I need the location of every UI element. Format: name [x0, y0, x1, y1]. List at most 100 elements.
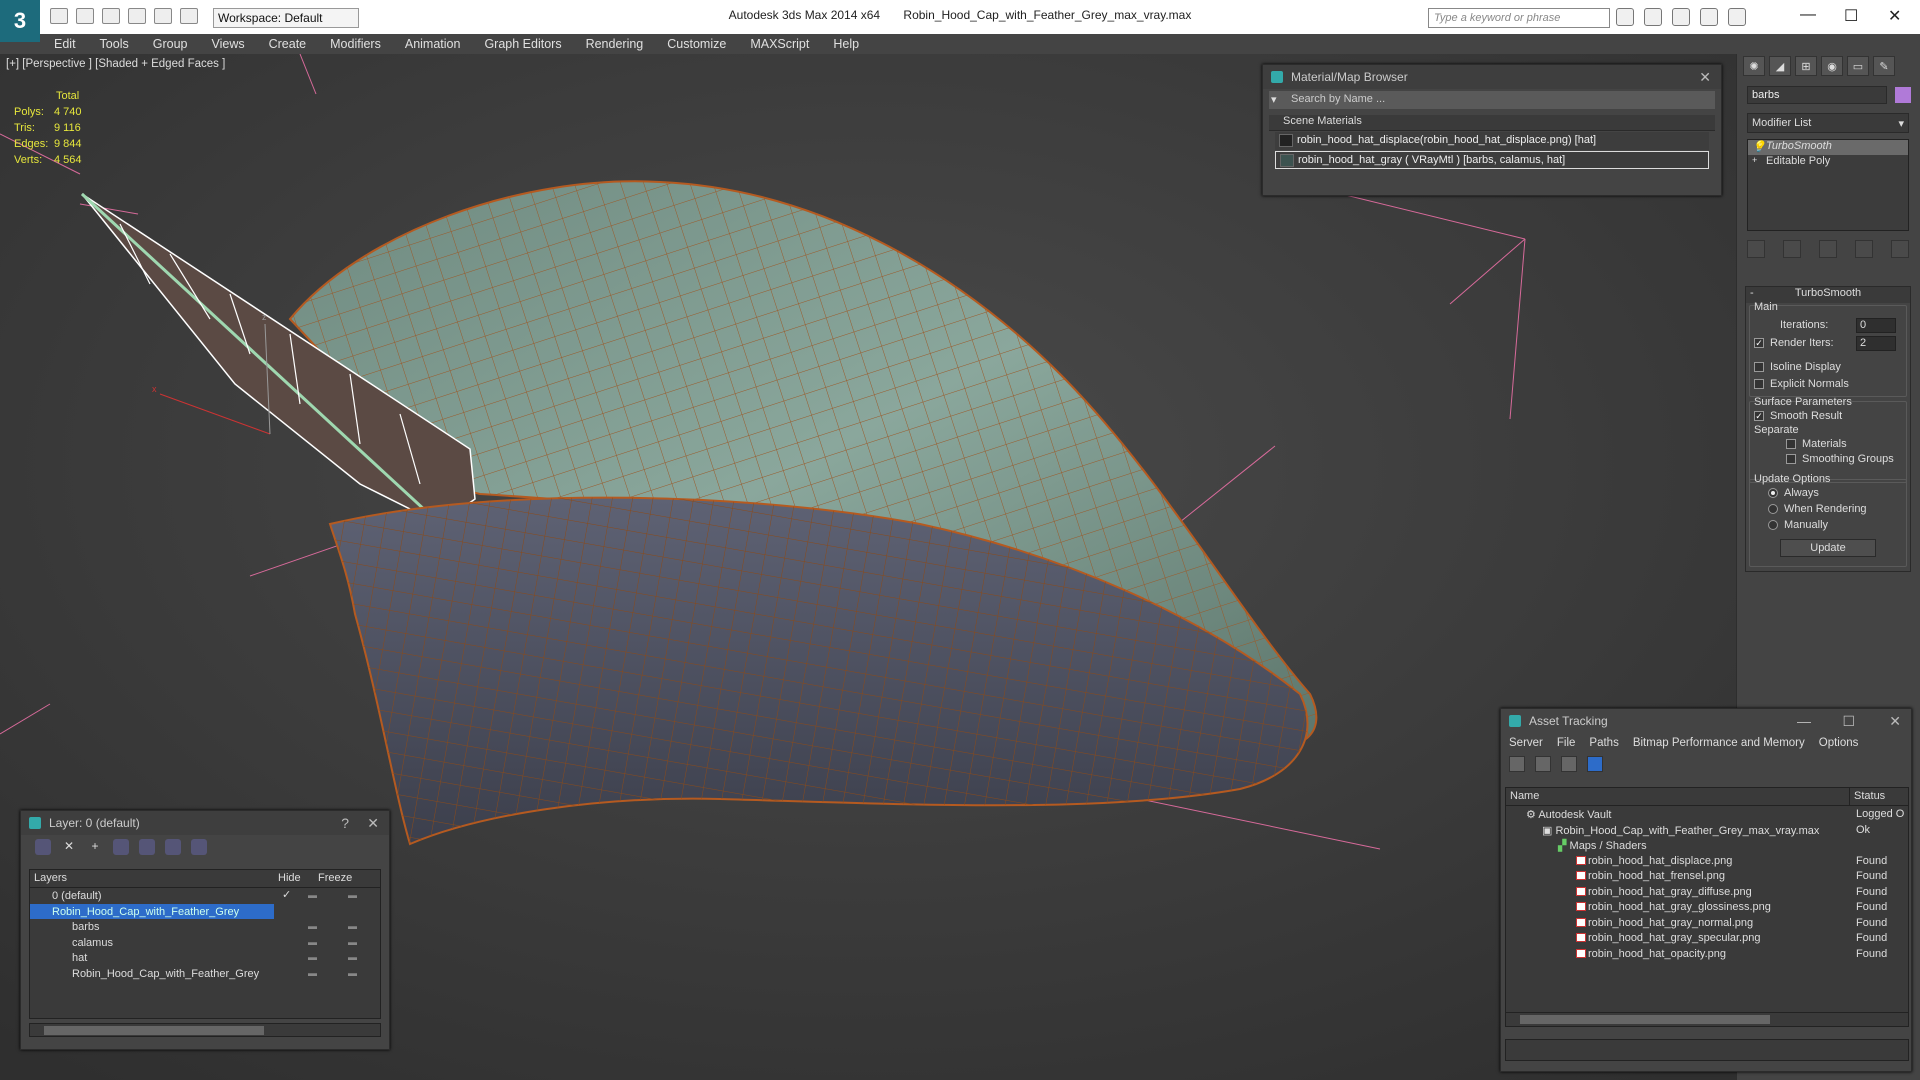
col-name[interactable]: Name: [1506, 788, 1850, 805]
menu-rendering[interactable]: Rendering: [586, 37, 644, 51]
asset-row[interactable]: ⚙ Autodesk Vault Logged O: [1506, 806, 1908, 822]
layer-row[interactable]: calamus ▬ ▬: [30, 935, 380, 951]
star-icon[interactable]: [1700, 8, 1718, 26]
freeze-toggle[interactable]: ▬: [348, 921, 357, 931]
asset-horizontal-scrollbar[interactable]: [1506, 1012, 1908, 1026]
layer-row[interactable]: 0 (default) ✓ ▬ ▬: [30, 888, 380, 904]
viewport-label[interactable]: [+] [Perspective ] [Shaded + Edged Faces…: [6, 58, 225, 70]
col-status[interactable]: Status: [1850, 788, 1889, 805]
update-manually-radio[interactable]: [1768, 520, 1778, 530]
isoline-display-checkbox[interactable]: [1754, 362, 1764, 372]
render-iters-checkbox[interactable]: ✓: [1754, 338, 1764, 348]
menu-edit[interactable]: Edit: [54, 37, 76, 51]
table-view-icon[interactable]: [1587, 756, 1603, 772]
menu-help[interactable]: Help: [833, 37, 859, 51]
asset-menu-paths[interactable]: Paths: [1589, 737, 1618, 749]
material-browser-titlebar[interactable]: Material/Map Browser ✕: [1263, 65, 1721, 89]
object-color-swatch[interactable]: [1895, 87, 1911, 103]
layer-panel-titlebar[interactable]: Layer: 0 (default) ? ✕: [21, 811, 389, 835]
layer-horizontal-scrollbar[interactable]: [29, 1023, 381, 1037]
scrollbar-thumb[interactable]: [44, 1026, 264, 1035]
menu-views[interactable]: Views: [211, 37, 244, 51]
minimize-icon[interactable]: —: [1797, 709, 1811, 733]
asset-row[interactable]: robin_hood_hat_gray_diffuse.png Found: [1506, 884, 1908, 900]
show-end-result-icon[interactable]: [1783, 240, 1801, 258]
separate-smoothing-groups-checkbox[interactable]: [1786, 454, 1796, 464]
stack-item-editable-poly[interactable]: + Editable Poly: [1748, 155, 1908, 170]
dropdown-arrow-icon[interactable]: ▾: [1271, 93, 1277, 106]
update-when-rendering-radio[interactable]: [1768, 504, 1778, 514]
hide-toggle[interactable]: ▬: [308, 952, 317, 962]
communication-icon[interactable]: [1672, 8, 1690, 26]
iterations-spinner[interactable]: 0: [1856, 318, 1896, 333]
hierarchy-tab-icon[interactable]: ⊞: [1795, 56, 1817, 76]
asset-row[interactable]: ▞ Maps / Shaders: [1506, 837, 1908, 853]
close-icon[interactable]: ✕: [1699, 65, 1711, 89]
hide-toggle[interactable]: ▬: [308, 937, 317, 947]
layer-row[interactable]: hat ▬ ▬: [30, 950, 380, 966]
smooth-result-checkbox[interactable]: ✓: [1754, 411, 1764, 421]
scrollbar-thumb[interactable]: [1520, 1015, 1770, 1024]
freeze-toggle[interactable]: ▬: [348, 952, 357, 962]
check-icon[interactable]: ✓: [282, 888, 291, 901]
object-name-field[interactable]: barbs: [1747, 86, 1887, 104]
menu-animation[interactable]: Animation: [405, 37, 461, 51]
maximize-button[interactable]: ☐: [1844, 6, 1858, 26]
help-icon[interactable]: [1728, 8, 1746, 26]
menu-customize[interactable]: Customize: [667, 37, 726, 51]
hide-toggle[interactable]: ▬: [308, 890, 317, 900]
layer-row[interactable]: Robin_Hood_Cap_with_Feather_Grey: [30, 903, 274, 919]
menu-graph-editors[interactable]: Graph Editors: [484, 37, 561, 51]
update-always-radio[interactable]: [1768, 488, 1778, 498]
freeze-toggle[interactable]: ▬: [348, 968, 357, 978]
layer-row[interactable]: barbs ▬ ▬: [30, 919, 380, 935]
utilities-tab-icon[interactable]: ✎: [1873, 56, 1895, 76]
menu-modifiers[interactable]: Modifiers: [330, 37, 381, 51]
modify-tab-icon[interactable]: ◢: [1769, 56, 1791, 76]
help-button[interactable]: ?: [341, 811, 349, 835]
asset-row[interactable]: ▣ Robin_Hood_Cap_with_Feather_Grey_max_v…: [1506, 822, 1908, 838]
freeze-all-icon[interactable]: [191, 839, 207, 855]
asset-menu-options[interactable]: Options: [1819, 737, 1859, 749]
list-view-icon[interactable]: [1535, 756, 1551, 772]
minimize-button[interactable]: —: [1800, 6, 1816, 24]
col-layers[interactable]: Layers: [30, 870, 274, 887]
explicit-normals-checkbox[interactable]: [1754, 379, 1764, 389]
update-button[interactable]: Update: [1780, 539, 1876, 557]
menu-create[interactable]: Create: [269, 37, 307, 51]
maximize-icon[interactable]: ☐: [1842, 709, 1855, 733]
modifier-list-dropdown[interactable]: Modifier List ▾: [1747, 113, 1909, 133]
asset-row[interactable]: robin_hood_hat_gray_normal.png Found: [1506, 915, 1908, 931]
make-unique-icon[interactable]: [1819, 240, 1837, 258]
separate-materials-checkbox[interactable]: [1786, 439, 1796, 449]
expand-icon[interactable]: +: [1752, 155, 1757, 165]
close-button[interactable]: ✕: [1888, 6, 1901, 26]
render-iters-spinner[interactable]: 2: [1856, 336, 1896, 351]
key-icon[interactable]: [1644, 8, 1662, 26]
layer-row[interactable]: Robin_Hood_Cap_with_Feather_Grey ▬ ▬: [30, 966, 380, 982]
asset-path-field[interactable]: [1505, 1039, 1909, 1061]
display-tab-icon[interactable]: ▭: [1847, 56, 1869, 76]
material-item[interactable]: robin_hood_hat_gray ( VRayMtl ) [barbs, …: [1275, 151, 1709, 169]
asset-row[interactable]: robin_hood_hat_gray_glossiness.png Found: [1506, 899, 1908, 915]
asset-menu-server[interactable]: Server: [1509, 737, 1543, 749]
highlight-layer-icon[interactable]: [139, 839, 155, 855]
hide-toggle[interactable]: ▬: [308, 921, 317, 931]
delete-layer-icon[interactable]: ✕: [61, 839, 77, 855]
configure-sets-icon[interactable]: [1891, 240, 1909, 258]
create-tab-icon[interactable]: ✺: [1743, 56, 1765, 76]
material-item[interactable]: robin_hood_hat_displace(robin_hood_hat_d…: [1275, 132, 1709, 150]
lightbulb-icon[interactable]: 💡: [1752, 140, 1766, 153]
asset-row[interactable]: robin_hood_hat_gray_specular.png Found: [1506, 930, 1908, 946]
asset-row[interactable]: robin_hood_hat_frensel.png Found: [1506, 868, 1908, 884]
pin-stack-icon[interactable]: [1747, 240, 1765, 258]
col-hide[interactable]: Hide: [274, 870, 314, 887]
refresh-icon[interactable]: [1509, 756, 1525, 772]
close-icon[interactable]: ✕: [1889, 709, 1901, 733]
keyword-search-input[interactable]: Type a keyword or phrase: [1428, 8, 1610, 28]
scene-materials-group[interactable]: Scene Materials: [1269, 115, 1715, 131]
material-search-input[interactable]: ▾ Search by Name ...: [1269, 91, 1715, 109]
close-icon[interactable]: ✕: [367, 811, 379, 835]
asset-row[interactable]: robin_hood_hat_displace.png Found: [1506, 853, 1908, 869]
layers-icon[interactable]: [35, 839, 51, 855]
